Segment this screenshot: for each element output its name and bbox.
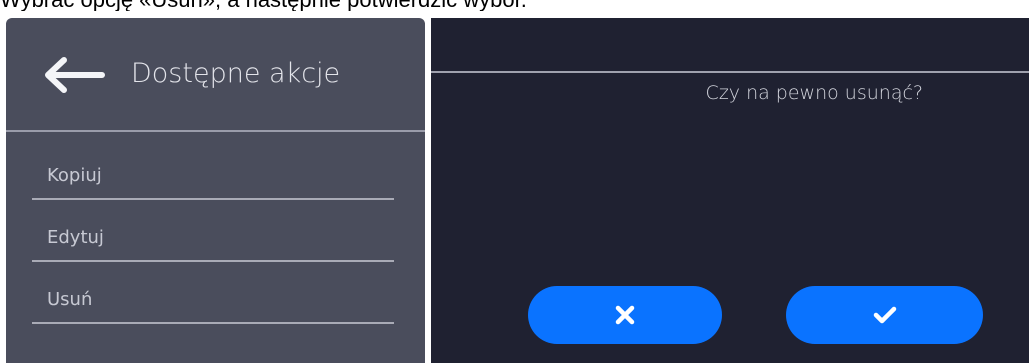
panel-title: Dostępne akcje: [131, 58, 341, 89]
confirm-button[interactable]: [786, 286, 983, 344]
menu-item-edytuj[interactable]: Edytuj: [32, 214, 394, 262]
menu-item-divider: [32, 198, 394, 200]
actions-panel: Dostępne akcje Kopiuj Edytuj Usuń: [6, 18, 425, 363]
menu-item-divider: [32, 322, 394, 324]
menu-item-kopiuj[interactable]: Kopiuj: [32, 152, 394, 200]
instruction-caption-text: Wybrać opcję «Usuń», a następnie potwier…: [0, 0, 527, 11]
checkmark-icon: [873, 306, 896, 324]
cancel-button[interactable]: [528, 286, 722, 344]
arrow-left-icon[interactable]: [40, 56, 106, 94]
instruction-caption: Wybrać opcję «Usuń», a następnie potwier…: [0, 0, 1030, 11]
menu-item-divider: [32, 260, 394, 262]
confirm-dialog: Czy na pewno usunąć?: [431, 18, 1029, 363]
menu-item-label: Edytuj: [47, 227, 104, 248]
header-divider: [6, 130, 425, 132]
page: Wybrać opcję «Usuń», a następnie potwier…: [0, 0, 1030, 363]
menu-item-usun[interactable]: Usuń: [32, 276, 394, 324]
menu-item-label: Usuń: [47, 289, 93, 310]
dialog-divider: [431, 71, 1029, 73]
confirm-question: Czy na pewno usunąć?: [705, 82, 923, 104]
close-icon: [615, 305, 635, 325]
menu-item-label: Kopiuj: [47, 165, 102, 186]
